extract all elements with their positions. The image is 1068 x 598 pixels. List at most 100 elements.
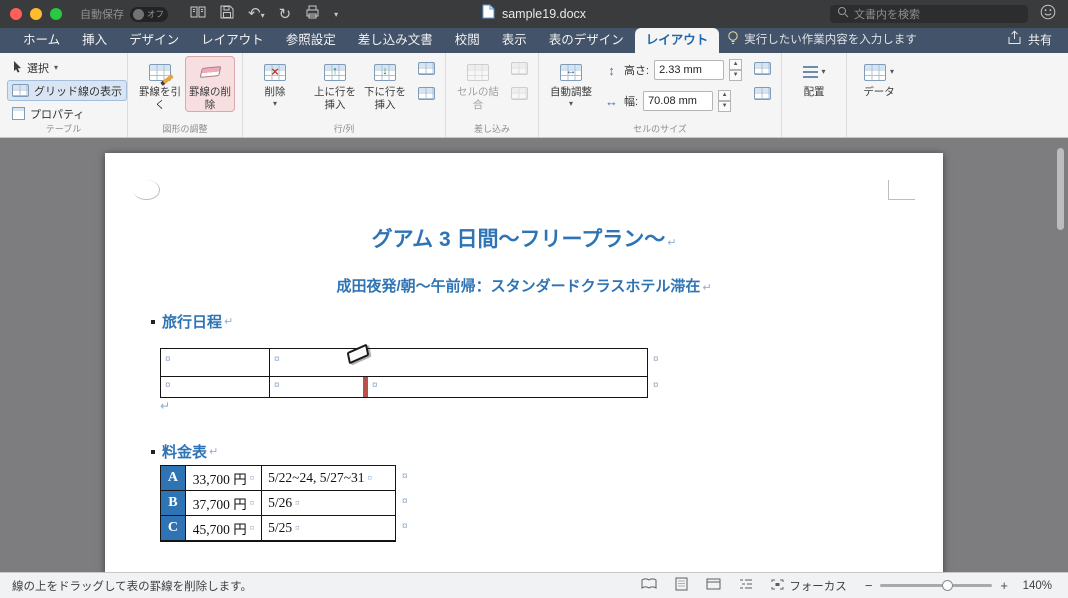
zoom-percentage[interactable]: 140% <box>1016 580 1052 592</box>
search-input[interactable]: 文書内を検索 <box>830 5 1028 23</box>
grade-cell[interactable]: A <box>161 466 186 490</box>
dates-cell[interactable]: 5/26 ¤ <box>262 491 395 515</box>
tab-layout[interactable]: レイアウト <box>190 28 275 53</box>
table-row[interactable]: A 33,700 円 ¤ 5/22~24, 5/27~31 ¤ <box>161 466 395 491</box>
table-border-vertical[interactable] <box>269 349 270 397</box>
tab-view[interactable]: 表示 <box>491 28 538 53</box>
distribute-columns-icon <box>753 87 771 100</box>
eraser-label: 罫線の削除 <box>189 86 231 112</box>
column-width-stepper[interactable]: ▲ ▼ <box>718 90 732 112</box>
cell-end-mark: ¤ <box>165 380 171 391</box>
border-erase-highlight[interactable] <box>363 377 368 397</box>
price-cell[interactable]: 45,700 円 ¤ <box>186 516 263 540</box>
price-text: 37,700 円 <box>192 497 247 512</box>
draw-table-button[interactable]: 罫線を引く <box>135 56 185 112</box>
table-border-horizontal[interactable] <box>161 376 647 377</box>
table-properties-button[interactable]: プロパティ <box>7 103 127 124</box>
cell-end-mark: ¤ <box>367 473 373 483</box>
table-row[interactable]: C 45,700 円 ¤ 5/25 ¤ <box>161 516 395 541</box>
stepper-down-icon[interactable]: ▼ <box>718 101 732 112</box>
vertical-scrollbar-thumb[interactable] <box>1057 148 1064 230</box>
print-layout-icon[interactable] <box>675 577 688 594</box>
itinerary-table[interactable]: ¤ ¤ ¤ ¤ ¤ ¤ ¤ <box>160 343 659 398</box>
web-layout-icon[interactable] <box>706 578 721 593</box>
titlebar-right: 文書内を検索 <box>830 4 1068 25</box>
dates-cell[interactable]: 5/22~24, 5/27~31 ¤ <box>262 466 395 490</box>
chevron-down-icon: ▾ <box>568 99 573 109</box>
grade-cell[interactable]: B <box>161 491 186 515</box>
toolbar-chevron-icon[interactable]: ▾ <box>334 10 338 19</box>
document-canvas[interactable]: グアム 3 日間〜フリープラン〜 ↵ 成田夜発/朝〜午前帰：スタンダードクラスホテ… <box>0 138 1068 572</box>
arrow-up-icon: ↑ <box>332 65 338 78</box>
stepper-down-icon[interactable]: ▼ <box>729 70 743 81</box>
tab-table-design[interactable]: 表のデザイン <box>538 28 635 53</box>
outline-view-icon[interactable] <box>739 578 753 593</box>
insert-row-below-button[interactable]: ↓ 下に行を挿入 <box>360 56 410 112</box>
merge-cells-button[interactable]: セルの結合 <box>453 56 503 112</box>
notebook-icon[interactable] <box>190 5 206 24</box>
minimize-window-button[interactable] <box>30 8 42 20</box>
autosave-toggle[interactable]: オフ <box>130 6 168 22</box>
tab-references[interactable]: 参照設定 <box>275 28 347 53</box>
view-gridlines-button[interactable]: グリッド線の表示 <box>7 80 127 101</box>
distribute-columns-button[interactable] <box>750 82 774 105</box>
read-mode-icon[interactable] <box>641 578 657 593</box>
close-window-button[interactable] <box>10 8 22 20</box>
delete-table-button[interactable]: × 削除 ▾ <box>250 56 300 109</box>
price-cell[interactable]: 33,700 円 ¤ <box>186 466 263 490</box>
print-icon[interactable] <box>305 5 320 24</box>
undo-button[interactable]: ↶▾ <box>248 5 265 23</box>
tab-review[interactable]: 校閲 <box>444 28 491 53</box>
tab-home[interactable]: ホーム <box>12 28 71 53</box>
grade-cell[interactable]: C <box>161 516 186 540</box>
price-cell[interactable]: 37,700 円 ¤ <box>186 491 263 515</box>
prices-heading-text: 料金表 <box>162 444 208 461</box>
merge-group-label: 差し込み <box>473 124 510 134</box>
autosave-control[interactable]: 自動保存 オフ <box>80 6 168 22</box>
split-table-button[interactable] <box>507 82 531 105</box>
tell-me-box[interactable]: 実行したい作業内容を入力します <box>727 28 917 53</box>
autosave-label: 自動保存 <box>80 9 124 21</box>
zoom-slider[interactable] <box>880 580 993 591</box>
select-button[interactable]: 選択 ▾ <box>7 57 127 78</box>
focus-mode-button[interactable]: フォーカス <box>771 578 847 594</box>
insert-column-left-button[interactable] <box>414 57 438 80</box>
eraser-button[interactable]: 罫線の削除 <box>185 56 235 113</box>
document-heading-title[interactable]: グアム 3 日間〜フリープラン〜 ↵ <box>105 223 943 253</box>
split-cells-button[interactable] <box>507 57 531 80</box>
table-row[interactable]: B 37,700 円 ¤ 5/26 ¤ <box>161 491 395 516</box>
tab-mailings[interactable]: 差し込み文書 <box>347 28 444 53</box>
tab-table-layout[interactable]: レイアウト <box>634 28 720 53</box>
row-height-input[interactable] <box>654 60 725 80</box>
autofit-button[interactable]: ↔ 自動調整 ▾ <box>546 56 596 109</box>
tab-design[interactable]: デザイン <box>118 28 190 53</box>
save-icon[interactable] <box>220 5 234 24</box>
distribute-rows-button[interactable] <box>750 57 774 80</box>
stepper-up-icon[interactable]: ▲ <box>718 90 732 101</box>
document-page[interactable]: グアム 3 日間〜フリープラン〜 ↵ 成田夜発/朝〜午前帰：スタンダードクラスホテ… <box>105 153 943 572</box>
insert-column-right-icon <box>417 87 435 100</box>
document-heading-subtitle[interactable]: 成田夜発/朝〜午前帰：スタンダードクラスホテル滞在 ↵ <box>105 275 943 296</box>
zoom-in-button[interactable]: + <box>1000 578 1008 593</box>
stepper-up-icon[interactable]: ▲ <box>729 59 743 70</box>
draw-table-icon <box>149 63 174 86</box>
share-button[interactable]: 共有 <box>1007 28 1068 53</box>
zoom-out-button[interactable]: − <box>865 578 873 593</box>
section-heading-itinerary[interactable]: 旅行日程 ↵ <box>151 311 233 332</box>
tab-insert[interactable]: 挿入 <box>71 28 118 53</box>
fullscreen-window-button[interactable] <box>50 8 62 20</box>
section-heading-prices[interactable]: 料金表 ↵ <box>151 441 218 462</box>
dates-cell[interactable]: 5/25 ¤ <box>262 516 395 540</box>
insert-row-above-button[interactable]: ↑ 上に行を挿入 <box>310 56 360 112</box>
row-height-stepper[interactable]: ▲ ▼ <box>729 59 743 81</box>
insert-column-right-button[interactable] <box>414 82 438 105</box>
zoom-slider-thumb[interactable] <box>942 580 954 591</box>
merge-cells-label: セルの結合 <box>457 86 499 112</box>
price-table[interactable]: A 33,700 円 ¤ 5/22~24, 5/27~31 ¤ B 37,700 円… <box>160 465 408 542</box>
cell-end-mark: ¤ <box>274 380 280 391</box>
redo-icon[interactable]: ↻ <box>279 7 292 22</box>
account-smiley-icon[interactable] <box>1040 4 1056 25</box>
data-button[interactable]: ▾ データ <box>854 56 904 99</box>
column-width-input[interactable] <box>643 91 714 111</box>
alignment-button[interactable]: ▾ 配置 <box>789 56 839 99</box>
